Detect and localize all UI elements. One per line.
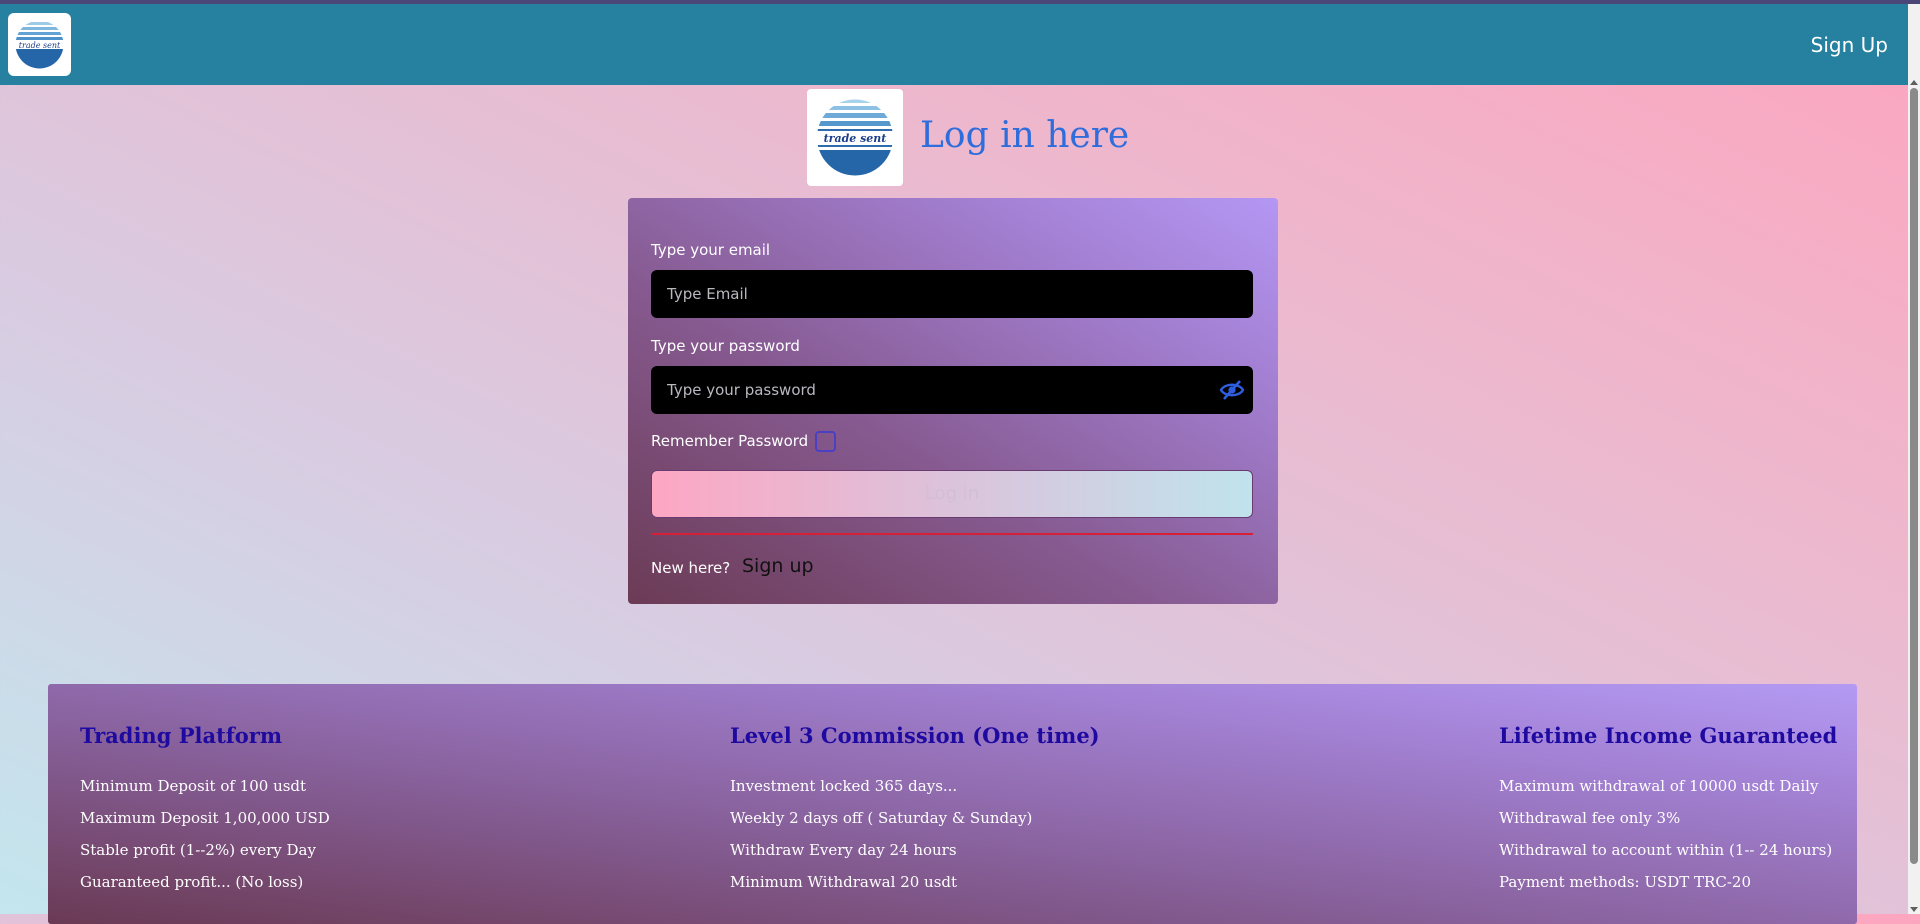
list-item: Weekly 2 days off ( Saturday & Sunday) [730, 809, 1033, 827]
scroll-down-icon[interactable] [1910, 907, 1918, 912]
list-item: Withdraw Every day 24 hours [730, 841, 957, 859]
email-field-container [651, 270, 1253, 318]
scroll-up-icon[interactable] [1910, 80, 1918, 85]
info-column-commission: Level 3 Commission (One time) Investment… [730, 723, 1100, 905]
list-item: Investment locked 365 days... [730, 777, 958, 795]
login-card: Type your email Type your password Remem… [628, 198, 1278, 604]
logo-text: trade sent [19, 41, 61, 50]
list-item: Minimum Withdrawal 20 usdt [730, 873, 958, 891]
column-title: Level 3 Commission (One time) [730, 723, 1100, 748]
nav-logo[interactable]: trade sent [8, 13, 71, 76]
info-panel: Trading Platform Minimum Deposit of 100 … [48, 684, 1857, 924]
logo-text: trade sent [824, 132, 887, 145]
logo-icon: trade sent [817, 99, 893, 176]
list-item: Maximum Deposit 1,00,000 USD [80, 809, 330, 827]
list-item: Withdrawal to account within (1-- 24 hou… [1499, 841, 1833, 859]
logo-icon: trade sent [15, 20, 64, 69]
password-field-container [651, 366, 1253, 414]
info-column-trading: Trading Platform Minimum Deposit of 100 … [80, 723, 330, 905]
list-item: Maximum withdrawal of 10000 usdt Daily [1499, 777, 1819, 795]
email-field[interactable] [651, 270, 1253, 318]
new-here-text: New here? [651, 559, 731, 577]
page-title: Log in here [920, 115, 1130, 156]
login-button[interactable]: Log in [651, 470, 1253, 518]
list-item: Guaranteed profit... (No loss) [80, 873, 304, 891]
header-logo: trade sent [807, 89, 903, 186]
nav-signup-link[interactable]: Sign Up [1811, 33, 1888, 57]
navbar: trade sent Sign Up [0, 4, 1908, 85]
scrollbar[interactable] [1908, 4, 1920, 914]
column-title: Lifetime Income Guaranteed [1499, 723, 1838, 748]
column-title: Trading Platform [80, 723, 283, 748]
list-item: Payment methods: USDT TRC-20 [1499, 873, 1751, 891]
scroll-thumb[interactable] [1910, 88, 1918, 864]
list-item: Stable profit (1--2%) every Day [80, 841, 316, 859]
remember-password-label: Remember Password [651, 432, 809, 450]
email-label: Type your email [651, 241, 771, 259]
list-item: Withdrawal fee only 3% [1499, 809, 1681, 827]
signup-link[interactable]: Sign up [742, 555, 814, 577]
list-item: Minimum Deposit of 100 usdt [80, 777, 307, 795]
eye-slash-icon[interactable] [1219, 378, 1245, 402]
password-field[interactable] [651, 366, 1253, 414]
remember-password-checkbox[interactable] [815, 431, 836, 452]
password-label: Type your password [651, 337, 800, 355]
info-column-lifetime: Lifetime Income Guaranteed Maximum withd… [1499, 723, 1837, 905]
divider [651, 533, 1253, 535]
